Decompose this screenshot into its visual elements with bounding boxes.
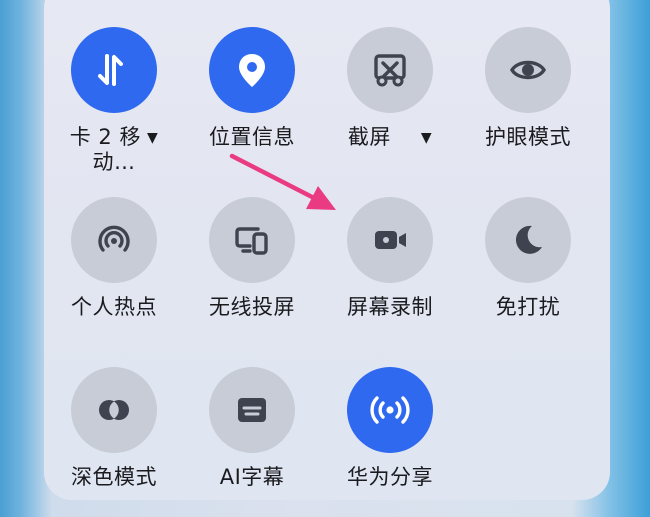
annotation-arrow-icon bbox=[229, 153, 336, 210]
